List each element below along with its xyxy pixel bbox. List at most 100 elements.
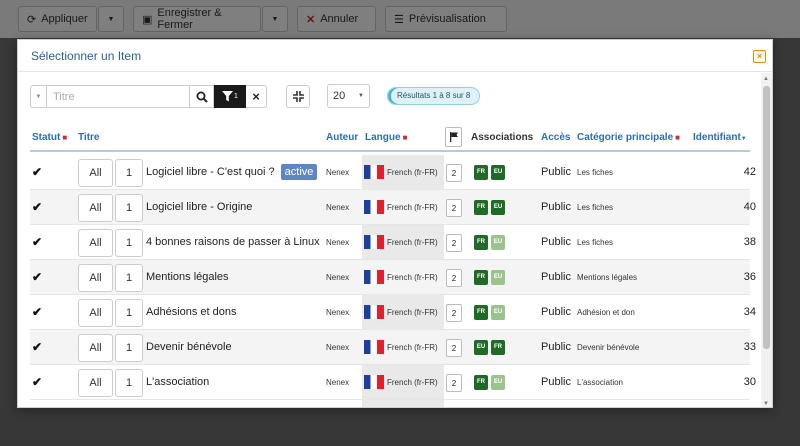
item-title-link[interactable]: Logiciel libre - Origine: [146, 201, 252, 213]
compress-button[interactable]: [286, 85, 310, 108]
all-button[interactable]: All: [78, 334, 113, 362]
association-tag[interactable]: FR: [474, 199, 488, 215]
column-id[interactable]: Identifiant▼: [693, 132, 747, 143]
all-button[interactable]: All: [78, 299, 113, 327]
language-label: French (fr-FR): [387, 272, 438, 282]
column-title[interactable]: Titre: [78, 132, 100, 143]
id-cell: 34: [743, 306, 756, 318]
column-status[interactable]: Statut ■: [32, 132, 67, 143]
sort-desc-icon: ▼: [740, 136, 747, 142]
association-tag[interactable]: FR: [491, 339, 505, 355]
item-title-link[interactable]: Devenir bénévole: [146, 341, 232, 353]
all-button[interactable]: All: [78, 229, 113, 257]
search-input[interactable]: [46, 85, 190, 108]
language-label: French (fr-FR): [387, 377, 438, 387]
association-count: 2: [446, 374, 462, 392]
associations-cell: FR EU: [474, 260, 505, 294]
published-check-icon[interactable]: ✔: [32, 260, 42, 294]
association-count: 2: [446, 199, 462, 217]
association-tag[interactable]: FR: [474, 304, 488, 320]
language-label: French (fr-FR): [387, 202, 438, 212]
filter-options-button[interactable]: 1: [214, 85, 246, 108]
all-button[interactable]: All: [78, 264, 113, 292]
scroll-down-icon[interactable]: ▼: [763, 401, 769, 407]
association-tag[interactable]: EU: [491, 304, 505, 320]
flag-column-toggle[interactable]: [445, 127, 462, 147]
associations-cell: FR EU: [474, 295, 505, 329]
item-title-link[interactable]: L'association: [146, 376, 209, 388]
active-badge: active: [280, 164, 318, 180]
item-title-link[interactable]: Logiciel libre - C'est quoi ?: [146, 166, 275, 178]
association-tag[interactable]: FR: [474, 164, 488, 180]
number-button[interactable]: 1: [115, 194, 143, 222]
item-title-link[interactable]: 4 bonnes raisons de passer à Linux: [146, 236, 320, 248]
column-associations: Associations: [471, 132, 534, 143]
modal-scrollbar[interactable]: ▲ ▼: [761, 73, 772, 407]
number-button[interactable]: 1: [115, 334, 143, 362]
search-options-dropdown[interactable]: ▼: [30, 85, 46, 108]
all-button[interactable]: All: [78, 369, 113, 397]
results-counter: Résultats 1 à 8 sur 8: [387, 87, 481, 105]
column-author[interactable]: Auteur: [326, 132, 358, 143]
association-tag[interactable]: FR: [474, 374, 488, 390]
column-access[interactable]: Accès: [541, 132, 570, 143]
select-item-modal: Sélectionner un Item × ▼ 1 ×: [17, 39, 773, 408]
associations-cell: FR EU: [474, 365, 505, 399]
association-tag[interactable]: EU: [491, 374, 505, 390]
association-tag[interactable]: EU: [491, 269, 505, 285]
number-button[interactable]: 1: [115, 229, 143, 257]
all-button[interactable]: All: [78, 194, 113, 222]
published-check-icon[interactable]: ✔: [32, 225, 42, 259]
published-check-icon[interactable]: ✔: [32, 190, 42, 224]
published-check-icon[interactable]: ✔: [32, 330, 42, 364]
france-flag-icon: [364, 165, 384, 179]
association-tag[interactable]: FR: [474, 234, 488, 250]
number-button[interactable]: 1: [115, 159, 143, 187]
association-tag[interactable]: EU: [491, 164, 505, 180]
author-cell: Nenex: [326, 342, 350, 352]
access-cell: Public: [541, 236, 571, 248]
caret-down-icon: ▼: [35, 93, 42, 100]
number-button[interactable]: 1: [115, 299, 143, 327]
item-title-link[interactable]: Adhésions et dons: [146, 306, 237, 318]
associations-cell: EU FR: [474, 330, 505, 364]
modal-close-button[interactable]: ×: [753, 50, 766, 63]
column-language[interactable]: Langue ■: [365, 132, 407, 143]
id-cell: 30: [743, 376, 756, 388]
id-cell: 33: [743, 341, 756, 353]
france-flag-icon: [364, 270, 384, 284]
association-tag[interactable]: EU: [474, 339, 488, 355]
table-row: ✔ All 1 Logiciel libre - C'est quoi ? active…: [30, 155, 756, 190]
modal-title: Sélectionner un Item: [31, 49, 142, 63]
list-limit-select[interactable]: 20 ▼: [327, 84, 370, 108]
language-cell: French (fr-FR): [364, 225, 438, 259]
trash-icon: ■: [675, 133, 680, 142]
language-label: French (fr-FR): [387, 167, 438, 177]
author-cell: Nenex: [326, 307, 350, 317]
number-button[interactable]: 1: [115, 264, 143, 292]
published-check-icon[interactable]: ✔: [32, 365, 42, 399]
compress-icon: [292, 91, 304, 102]
search-button[interactable]: [190, 85, 214, 108]
trash-icon: ■: [402, 133, 408, 142]
flag-icon: [449, 132, 458, 142]
published-check-icon[interactable]: ✔: [32, 295, 42, 329]
filter-icon: [222, 91, 234, 102]
association-tag[interactable]: EU: [491, 234, 505, 250]
association-count: 2: [446, 269, 462, 287]
number-button[interactable]: 1: [115, 369, 143, 397]
association-tag[interactable]: FR: [474, 269, 488, 285]
column-category[interactable]: Catégorie principale ■: [577, 132, 680, 143]
scrollbar-thumb[interactable]: [763, 86, 770, 349]
author-cell: Nenex: [326, 237, 350, 247]
id-cell: 40: [743, 201, 756, 213]
scroll-up-icon[interactable]: ▲: [763, 76, 769, 82]
table-header: Statut ■ Titre Auteur Langue ■ Association…: [30, 124, 750, 152]
category-cell: Les fiches: [577, 167, 614, 177]
author-cell: Nenex: [326, 377, 350, 387]
all-button[interactable]: All: [78, 159, 113, 187]
clear-search-button[interactable]: ×: [246, 85, 267, 108]
published-check-icon[interactable]: ✔: [32, 155, 42, 189]
association-tag[interactable]: EU: [491, 199, 505, 215]
item-title-link[interactable]: Mentions légales: [146, 271, 229, 283]
